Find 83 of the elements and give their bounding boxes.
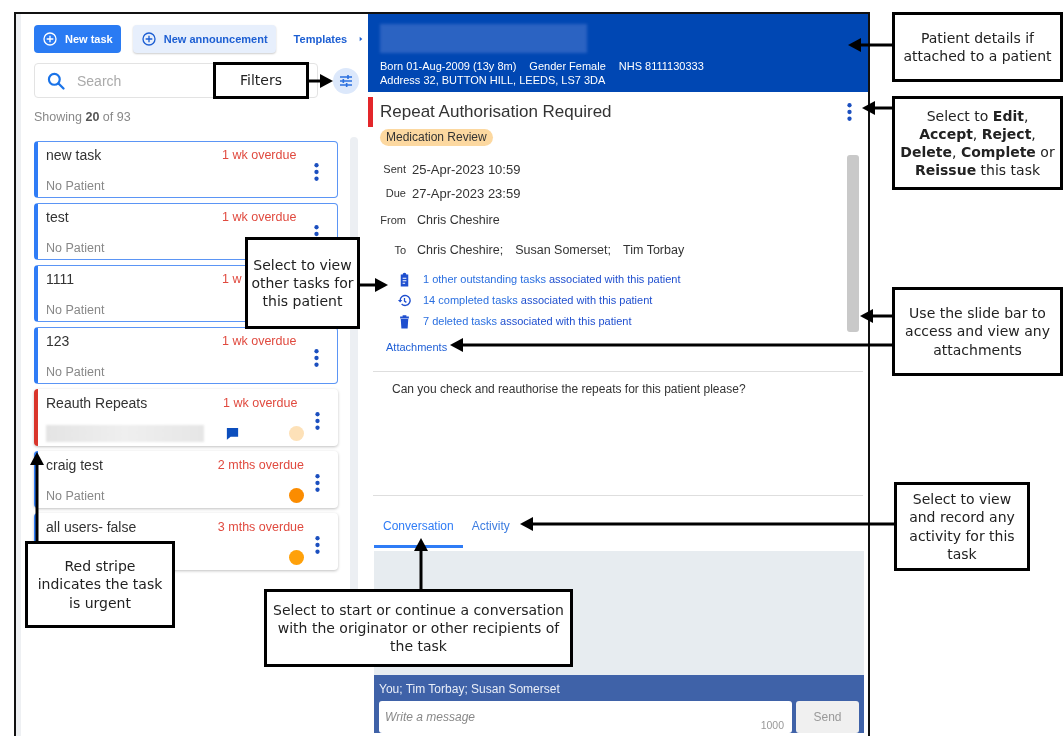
related-tasks-link[interactable]: 14 completed tasks	[423, 294, 518, 306]
overdue-label: 1 wk overdue	[223, 396, 298, 410]
task-card[interactable]: craig test 2 mths overdue No Patient	[34, 451, 338, 508]
recipient-name: Tim Torbay	[623, 243, 685, 257]
from-label: From	[380, 214, 406, 226]
patient-name: No Patient	[46, 488, 106, 503]
patient-name: No Patient	[46, 302, 106, 317]
callout-tooltip: Select to start or continue a conversation with the originator or other recipients of the task	[264, 589, 573, 667]
templates-link[interactable]: Templates	[293, 33, 348, 45]
task-card[interactable]: new task 1 wk overdue No Patient	[34, 141, 338, 198]
task-title: Reauth Repeats	[46, 395, 149, 412]
sliders-icon	[338, 72, 354, 89]
filter-button[interactable]	[333, 67, 359, 94]
more-options-icon[interactable]	[314, 411, 320, 430]
task-title: all users- false	[46, 519, 138, 536]
history-icon	[397, 292, 412, 308]
overdue-label: 3 mths overdue	[217, 520, 304, 534]
patient-name: No Patient	[46, 240, 106, 255]
date-value: 27-Apr-2023 23:59	[412, 185, 521, 201]
trash-icon	[397, 313, 412, 329]
task-title: 1111	[46, 271, 76, 288]
overdue-label: 1 wk overdue	[222, 334, 297, 348]
more-options-icon[interactable]	[313, 349, 319, 367]
task-title: 123	[46, 333, 71, 350]
related-tasks-text: 7 deleted tasks associated with this patient	[423, 315, 632, 327]
recipient-name: Susan Somerset;	[515, 243, 612, 257]
more-options-icon[interactable]	[847, 103, 852, 121]
callout-arrow	[848, 38, 892, 52]
date-label: Sent	[382, 163, 406, 175]
patient-name: No Patient	[46, 364, 106, 379]
plus-circle-icon	[140, 31, 157, 47]
chat-bubble-icon	[225, 426, 240, 441]
task-title: Repeat Authorisation Required	[380, 102, 613, 122]
result-count: Showing 20 of 93	[34, 110, 132, 125]
sender-name: Chris Cheshire	[417, 213, 500, 227]
patient-detail: Born 01-Aug-2009 (13y 8m)	[380, 59, 517, 73]
callout-tooltip: Select to view and record any activity for this task	[894, 482, 1030, 571]
overdue-label: 1 wk overdue	[222, 210, 297, 224]
callout-tooltip: Red stripe indicates the task is urgent	[25, 541, 175, 628]
callout-arrow	[414, 538, 428, 589]
callout-tooltip: Select to Edit, Accept, Reject, Delete, Complete or Reissue this task	[892, 96, 1063, 190]
overdue-label: 2 mths overdue	[217, 458, 304, 472]
callout-tooltip: Select to view other tasks for this patient	[245, 237, 360, 329]
task-title: test	[46, 209, 70, 226]
callout-arrow	[309, 74, 333, 88]
task-card[interactable]: 123 1 wk overdue No Patient	[34, 327, 338, 384]
callout-tooltip: Filters	[213, 62, 309, 99]
callout-arrow	[860, 309, 892, 323]
new-announcement-button[interactable]: New announcement	[132, 25, 276, 53]
character-counter: 1000	[760, 719, 784, 731]
plus-circle-icon	[42, 31, 58, 47]
related-tasks-text: 14 completed tasks associated with this patient	[423, 294, 653, 306]
category-badge: Medication Review	[380, 129, 493, 146]
task-title: new task	[46, 147, 103, 164]
scrollbar-thumb[interactable]	[847, 155, 859, 332]
task-card[interactable]: Reauth Repeats 1 wk overdue	[34, 389, 338, 446]
task-message: Can you check and reauthorise the repeats for this patient please?	[392, 382, 747, 397]
related-tasks-link[interactable]: 1 other outstanding tasks	[423, 273, 546, 285]
participants-text: You; Tim Torbay; Susan Somerset	[379, 681, 561, 697]
patient-name: No Patient	[46, 178, 106, 193]
patient-detail: NHS 8111130333	[618, 59, 704, 73]
search-icon	[46, 71, 66, 91]
date-value: 25-Apr-2023 10:59	[412, 161, 521, 177]
attachments-link[interactable]: Attachments	[386, 339, 448, 355]
more-options-icon[interactable]	[314, 535, 320, 554]
recipient-name: Chris Cheshire;	[417, 243, 504, 257]
task-title: craig test	[46, 457, 104, 474]
patient-detail: Gender Female	[529, 59, 606, 73]
more-options-icon[interactable]	[313, 163, 319, 181]
related-tasks-link[interactable]: 7 deleted tasks	[423, 315, 497, 327]
to-label: To	[393, 244, 406, 256]
date-label: Due	[384, 187, 406, 199]
callout-tooltip: Use the slide bar to access and view any attachments	[892, 287, 1063, 376]
callout-tooltip: Patient details if attached to a patient	[892, 12, 1063, 82]
patient-address: Address 32, BUTTON HILL, LEEDS, LS7 3DA	[380, 73, 606, 87]
tab[interactable]: Activity	[462, 519, 519, 548]
related-tasks-text: 1 other outstanding tasks associated with this patient	[423, 273, 681, 285]
overdue-label: 1 wk overdue	[222, 148, 297, 162]
callout-arrow	[862, 101, 892, 115]
callout-arrow	[360, 278, 388, 292]
overdue-label: 1 w	[222, 272, 242, 286]
more-options-icon[interactable]	[314, 473, 320, 492]
new-task-button[interactable]: New task	[34, 25, 121, 53]
